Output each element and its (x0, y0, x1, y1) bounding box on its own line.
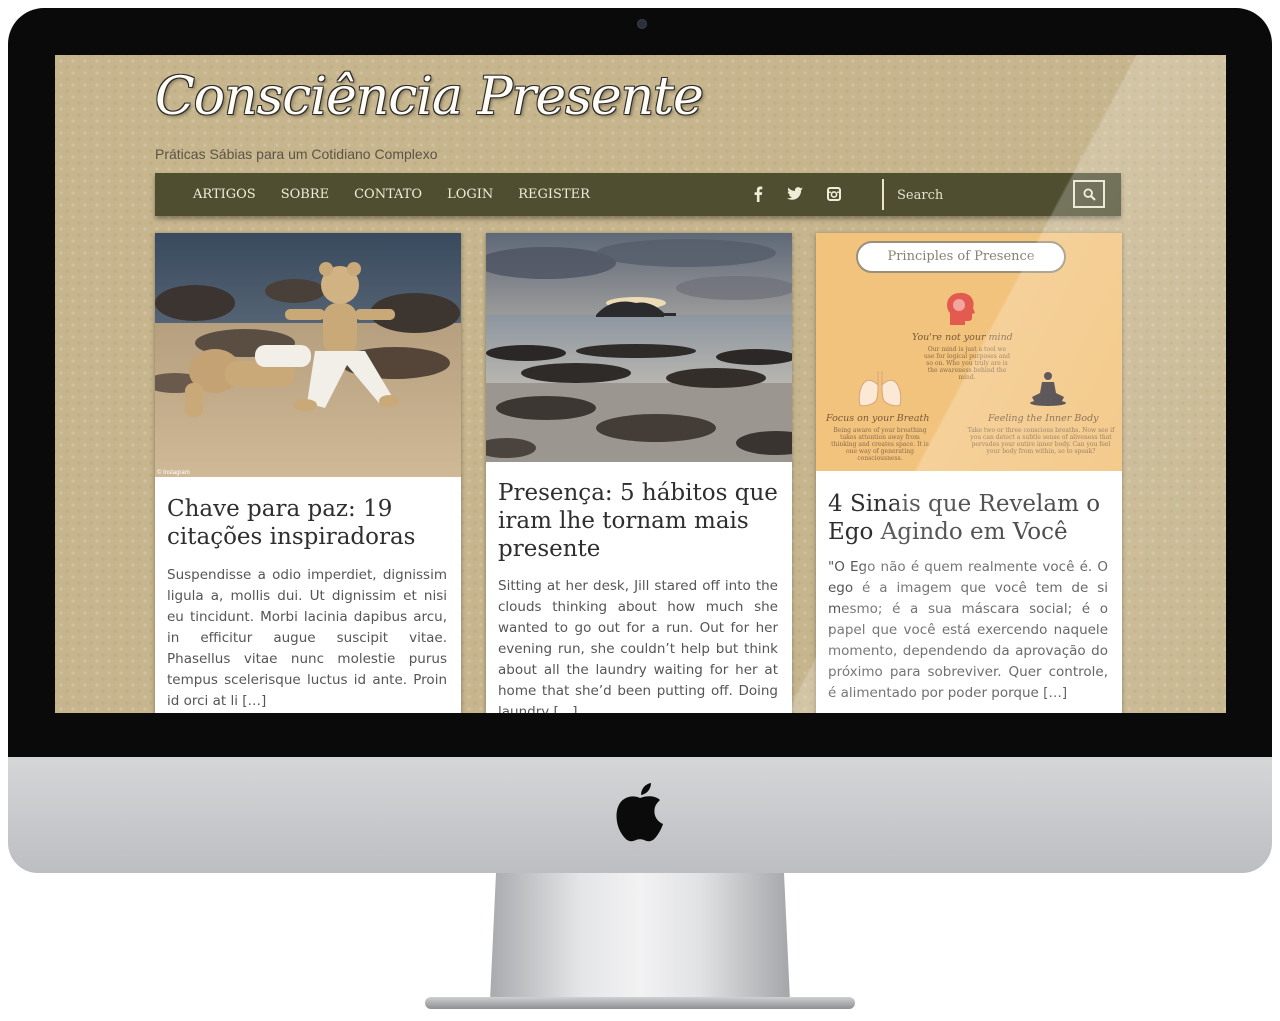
infographic-breath-heading: Focus on your Breath (826, 413, 930, 424)
site-logo[interactable]: Consciência Presente (155, 67, 704, 127)
facebook-icon[interactable] (749, 185, 767, 203)
post-title[interactable]: Chave para paz: 19 citações inspiradoras (167, 495, 449, 551)
site-tagline: Práticas Sábias para um Cotidiano Comple… (155, 146, 438, 162)
monitor-stand (490, 873, 790, 1001)
infographic-breath-text: Being aware of your breathing takes atte… (831, 427, 929, 462)
apple-logo-icon (616, 783, 663, 842)
image-credit: © Instagram (157, 470, 190, 476)
nav-item-contato[interactable]: CONTATO (354, 187, 422, 202)
infographic-body-heading: Feeling the Inner Body (988, 413, 1099, 424)
nav-item-register[interactable]: REGISTER (518, 187, 590, 202)
post-card[interactable]: Principles of Presence You're not your m… (816, 233, 1122, 713)
post-title[interactable]: 4 Sinais que Revelam o Ego Agindo em Voc… (828, 490, 1110, 546)
main-navbar: ARTIGOS SOBRE CONTATO LOGIN REGISTER (155, 173, 1121, 216)
post-excerpt: Sitting at her desk, Jill stared off int… (498, 578, 778, 713)
post-title[interactable]: Presença: 5 hábitos que iram lhe tornam … (498, 479, 780, 563)
nav-item-artigos[interactable]: ARTIGOS (193, 187, 256, 202)
browser-screen: Consciência Presente Práticas Sábias par… (55, 55, 1226, 713)
nav-item-sobre[interactable]: SOBRE (281, 187, 329, 202)
infographic-title: Principles of Presence (856, 241, 1066, 273)
meditation-icon (1030, 372, 1066, 406)
post-image-sunset-beach[interactable] (486, 233, 792, 462)
camera-icon (637, 19, 647, 29)
head-brain-icon (947, 292, 975, 325)
nav-item-login[interactable]: LOGIN (447, 187, 493, 202)
instagram-icon[interactable] (825, 185, 843, 203)
infographic-mind-heading: You're not your mind (912, 332, 1013, 343)
post-image-teddy-beach[interactable]: © Instagram (155, 233, 461, 477)
lungs-icon (858, 371, 902, 407)
post-excerpt: "O Ego não é quem realmente você é. O eg… (828, 559, 1108, 701)
search-divider (882, 179, 884, 210)
search-button[interactable] (1073, 180, 1105, 208)
search-input[interactable] (895, 181, 1069, 209)
infographic-mind-text: Our mind is just a tool we use for logic… (924, 346, 1010, 381)
post-image-infographic[interactable]: Principles of Presence You're not your m… (816, 233, 1122, 471)
post-card[interactable]: Presença: 5 hábitos que iram lhe tornam … (486, 233, 792, 713)
post-excerpt: Suspendisse a odio imperdiet, dignissim … (167, 567, 447, 709)
post-card[interactable]: © Instagram Chave para paz: 19 citações … (155, 233, 461, 713)
search-icon (1082, 187, 1096, 201)
nav-menu: ARTIGOS SOBRE CONTATO LOGIN REGISTER (193, 173, 615, 216)
twitter-icon[interactable] (786, 185, 804, 203)
infographic-body-text: Take two or three conscious breaths. Now… (967, 427, 1115, 455)
monitor-foot (425, 997, 855, 1009)
